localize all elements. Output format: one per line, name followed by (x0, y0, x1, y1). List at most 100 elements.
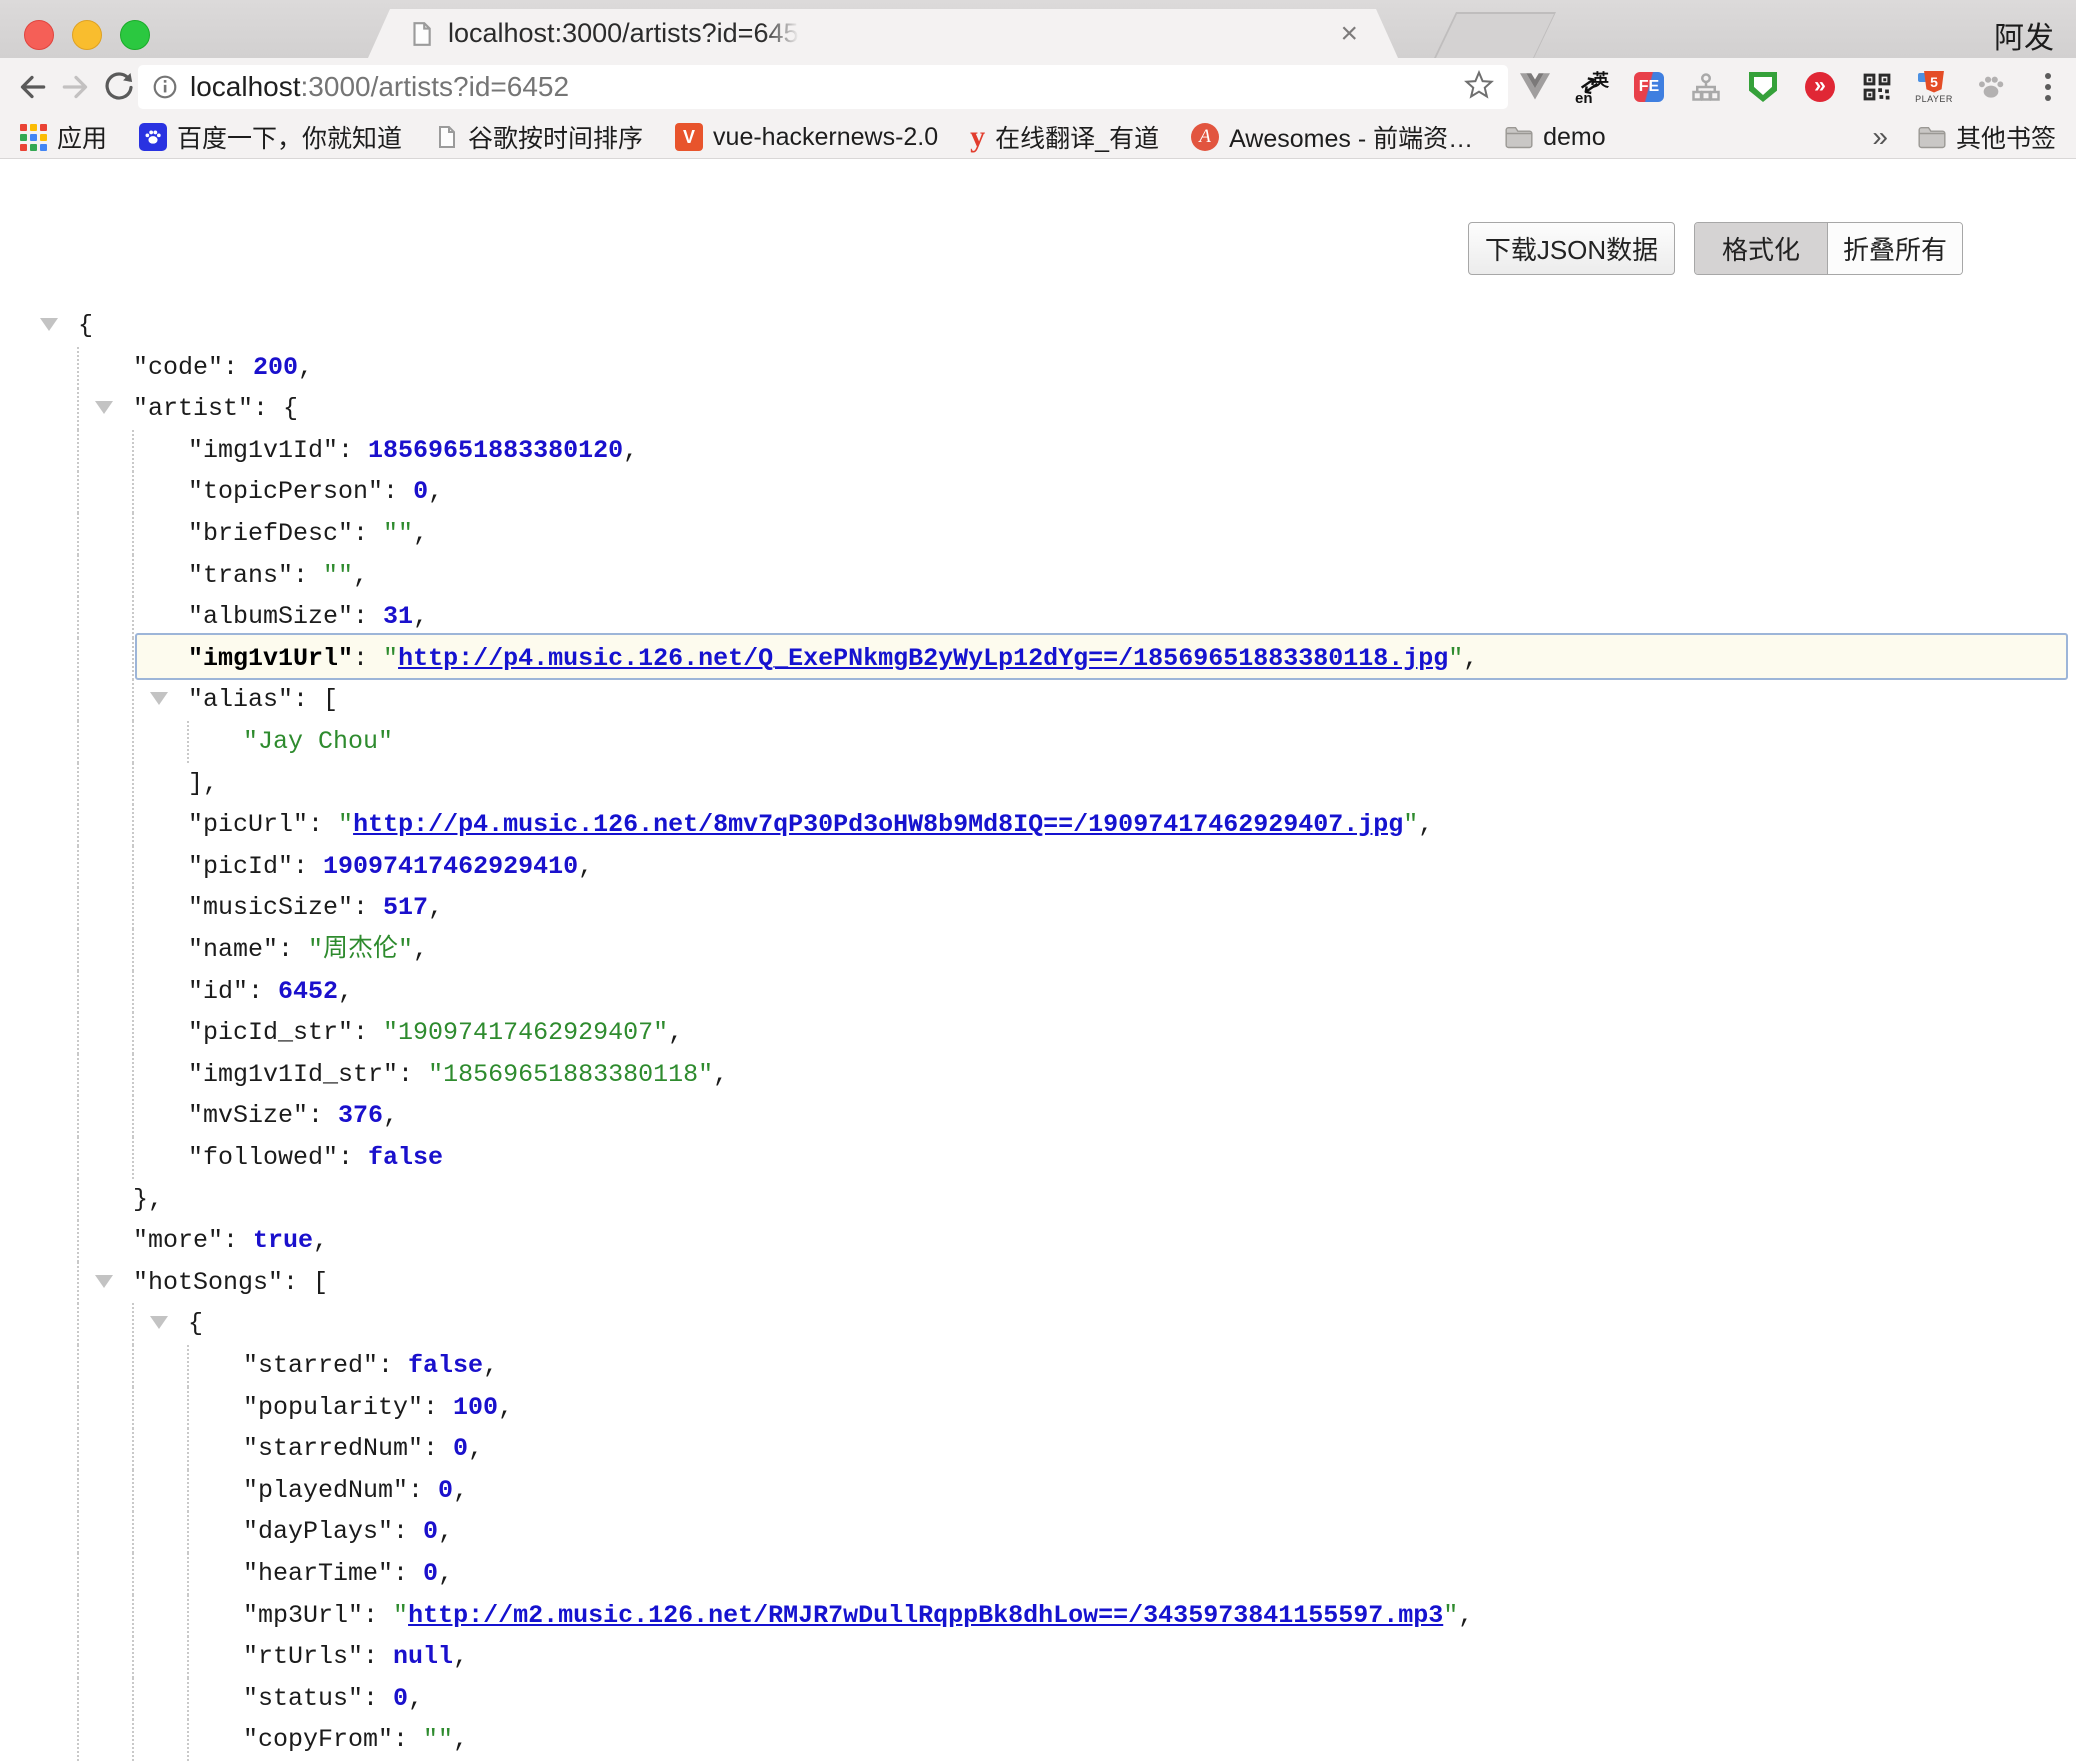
new-tab-button[interactable] (1434, 12, 1556, 58)
json-line: "starred": false, (0, 1345, 2076, 1387)
download-json-button[interactable]: 下载JSON数据 (1468, 222, 1675, 275)
bookmark-baidu[interactable]: 百度一下，你就知道 (139, 119, 402, 155)
forward-arrow-icon (59, 70, 93, 104)
html5-player-icon[interactable]: 5 PLAYER (1917, 67, 1951, 107)
json-line-text: "briefDesc": "", (188, 516, 428, 551)
profile-name[interactable]: 阿发 (1994, 13, 2054, 57)
indent-guide (187, 1595, 189, 1637)
address-bar[interactable]: localhost:3000/artists?id=6452 (138, 65, 1508, 109)
collapse-all-button[interactable]: 折叠所有 (1828, 223, 1962, 274)
apps-shortcut[interactable]: 应用 (20, 119, 107, 155)
indent-guide (77, 804, 79, 846)
indent-guide (77, 971, 79, 1013)
indent-guide (77, 513, 79, 555)
json-line-text: "playedNum": 0, (243, 1473, 468, 1508)
indent-guide (77, 430, 79, 472)
json-line: "img1v1Url": "http://p4.music.126.net/Q_… (0, 638, 2076, 680)
json-line: { (0, 305, 2076, 347)
url-link[interactable]: http://p4.music.126.net/Q_ExePNkmgB2yWyL… (398, 644, 1448, 673)
translate-icon[interactable]: 英 en ⇄ (1575, 67, 1609, 107)
indent-guide (77, 1511, 79, 1553)
indent-guide (132, 1095, 134, 1137)
vue-devtools-icon[interactable] (1518, 67, 1552, 107)
json-line: ], (0, 763, 2076, 805)
format-button[interactable]: 格式化 (1695, 223, 1828, 274)
indent-guide (132, 1428, 134, 1470)
collapse-triangle-icon[interactable] (95, 1275, 113, 1288)
indent-guide (77, 596, 79, 638)
indent-guide (132, 804, 134, 846)
json-line-text: "mp3Url": "http://m2.music.126.net/RMJR7… (243, 1598, 1473, 1633)
bookmarks-overflow-chevron[interactable]: » (1872, 121, 1888, 153)
other-bookmarks-folder[interactable]: 其他书签 (1918, 119, 2056, 155)
json-line: "followed": false (0, 1137, 2076, 1179)
collapse-triangle-icon[interactable] (95, 401, 113, 414)
close-window-button[interactable] (24, 20, 54, 50)
bookmark-label: 百度一下，你就知道 (177, 119, 402, 155)
indent-guide (132, 555, 134, 597)
bookmark-awesomes[interactable]: A Awesomes - 前端资… (1191, 119, 1473, 155)
toolbar: localhost:3000/artists?id=6452 英 en ⇄ FE… (0, 58, 2076, 116)
tab-close-icon[interactable]: × (1340, 19, 1358, 49)
minimize-window-button[interactable] (72, 20, 102, 50)
json-line: "mp3Url": "http://m2.music.126.net/RMJR7… (0, 1595, 2076, 1637)
forward-button[interactable] (58, 69, 94, 105)
collapse-triangle-icon[interactable] (150, 1316, 168, 1329)
json-line: "artist": { (0, 388, 2076, 430)
apps-label: 应用 (57, 119, 107, 155)
indent-guide (187, 1719, 189, 1761)
indent-guide (132, 679, 134, 721)
indent-guide (187, 1428, 189, 1470)
json-line-text: "id": 6452, (188, 974, 353, 1009)
bookmark-label: 在线翻译_有道 (995, 119, 1159, 155)
bookmark-star-button[interactable] (1464, 70, 1494, 105)
bookmark-google-sort[interactable]: 谷歌按时间排序 (434, 119, 643, 155)
indent-guide (77, 347, 79, 389)
url-link[interactable]: http://p4.music.126.net/8mv7qP30Pd3oHW8b… (353, 810, 1403, 839)
sitemap-icon[interactable] (1689, 67, 1723, 107)
bookmark-vue-hackernews[interactable]: V vue-hackernews-2.0 (675, 123, 938, 152)
browser-tab[interactable]: localhost:3000/artists?id=645 × (368, 9, 1398, 58)
reload-button[interactable] (101, 69, 137, 105)
json-line: "code": 200, (0, 347, 2076, 389)
fullscreen-window-button[interactable] (120, 20, 150, 50)
indent-guide (77, 1303, 79, 1345)
json-line-text: "img1v1Id": 18569651883380120, (188, 433, 638, 468)
indent-guide (187, 1511, 189, 1553)
json-line-text: "alias": [ (188, 682, 338, 717)
indent-guide (132, 471, 134, 513)
tab-title: localhost:3000/artists?id=645 (448, 18, 799, 49)
fehelper-icon[interactable]: FE (1632, 67, 1666, 107)
json-line-text: "musicSize": 517, (188, 890, 443, 925)
indent-guide (77, 763, 79, 805)
collapse-triangle-icon[interactable] (40, 318, 58, 331)
star-icon (1464, 70, 1494, 100)
indent-guide (187, 1345, 189, 1387)
json-line: "more": true, (0, 1220, 2076, 1262)
bookmark-label: demo (1543, 123, 1606, 152)
indent-guide (132, 1553, 134, 1595)
url-link[interactable]: http://m2.music.126.net/RMJR7wDullRqppBk… (408, 1601, 1443, 1630)
tampermonkey-icon[interactable] (1746, 67, 1780, 107)
indent-guide (187, 1387, 189, 1429)
json-line-text: "picUrl": "http://p4.music.126.net/8mv7q… (188, 807, 1433, 842)
json-line: { (0, 1303, 2076, 1345)
browser-menu-icon[interactable] (2031, 67, 2065, 107)
page-info-icon[interactable] (152, 74, 178, 100)
json-line-text: { (78, 308, 93, 343)
indent-guide (77, 1595, 79, 1637)
back-button[interactable] (14, 69, 50, 105)
bookmark-youdao[interactable]: y 在线翻译_有道 (970, 119, 1159, 155)
collapse-triangle-icon[interactable] (150, 692, 168, 705)
json-line: "Jay Chou" (0, 721, 2076, 763)
qrcode-icon[interactable] (1860, 67, 1894, 107)
json-line: "playedNum": 0, (0, 1470, 2076, 1512)
bookmark-folder-demo[interactable]: demo (1505, 123, 1606, 152)
video-speed-icon[interactable]: » (1803, 67, 1837, 107)
awesomes-icon: A (1191, 123, 1219, 151)
indent-guide (132, 1054, 134, 1096)
video-speed-glyph: » (1805, 72, 1835, 102)
baidu-paw-icon (139, 123, 167, 151)
paw-icon[interactable] (1974, 67, 2008, 107)
indent-guide (77, 1012, 79, 1054)
